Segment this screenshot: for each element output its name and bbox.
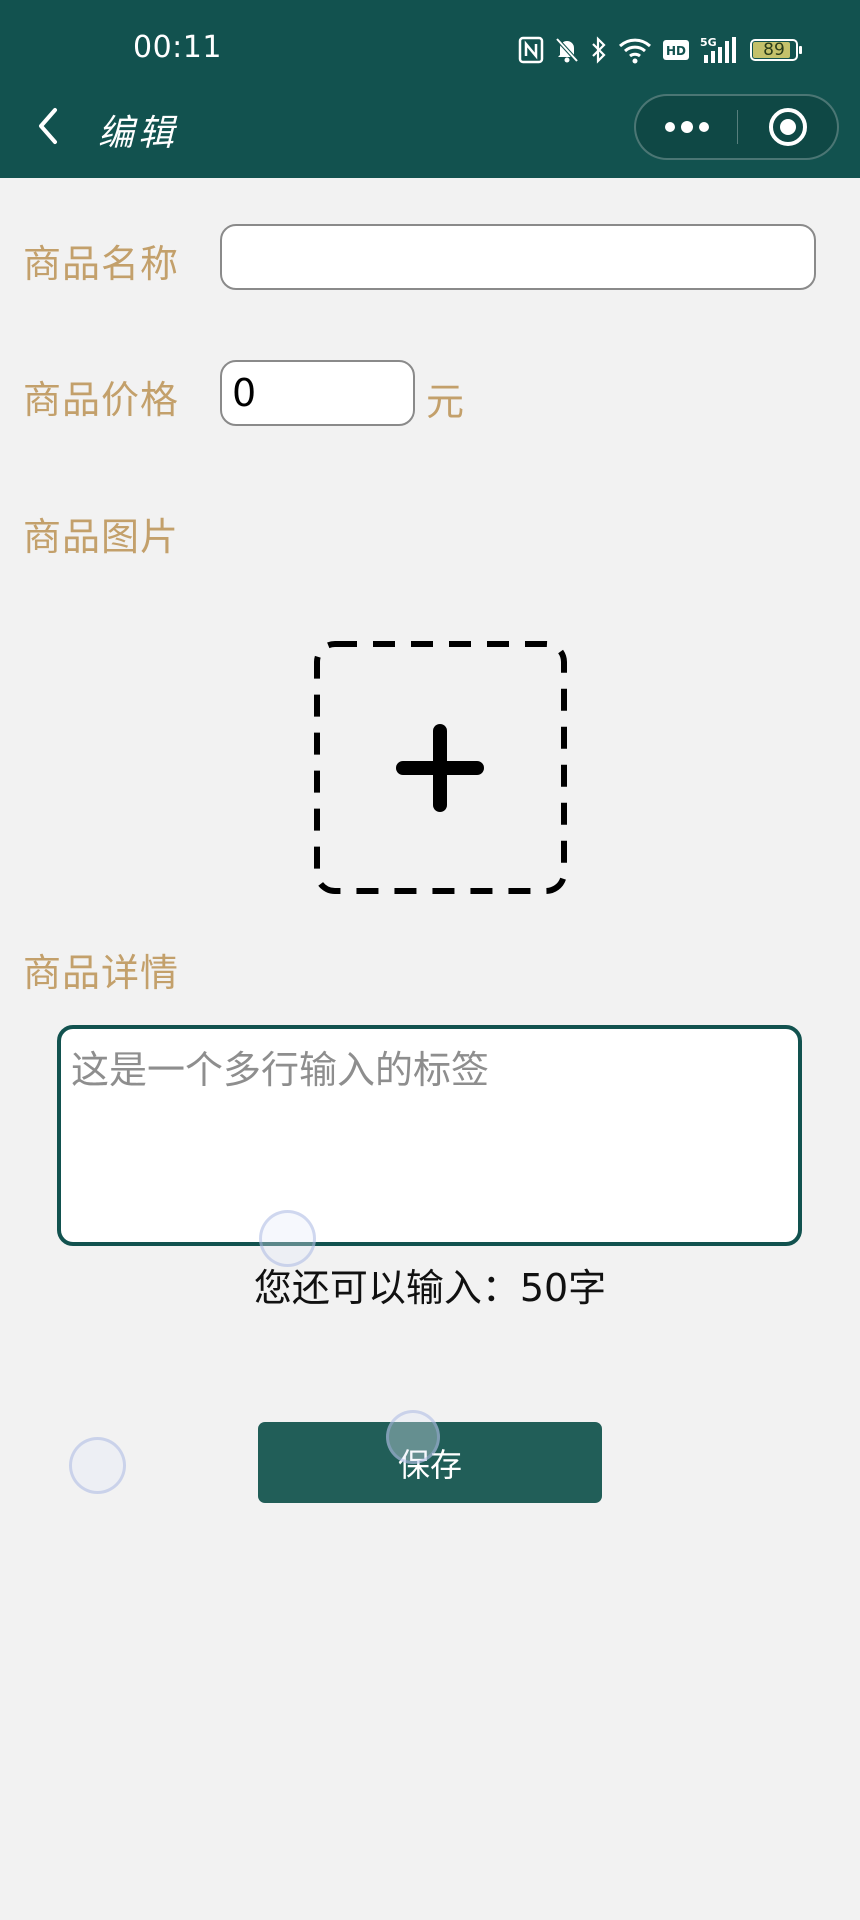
image-upload-button[interactable] xyxy=(314,641,567,894)
nfc-icon xyxy=(518,36,544,64)
product-detail-field xyxy=(57,1025,802,1246)
page-title: 编辑 xyxy=(98,113,179,154)
remaining-char-counter: 您还可以输入：50字 xyxy=(253,1266,607,1310)
battery-level: 89 xyxy=(763,40,785,60)
target-circle-icon xyxy=(769,108,807,146)
5g-signal-icon: 5G xyxy=(700,35,740,65)
product-price-label: 商品价格 xyxy=(23,378,180,422)
bluetooth-icon xyxy=(590,36,608,64)
svg-text:HD: HD xyxy=(666,44,686,58)
back-button[interactable] xyxy=(28,104,68,148)
product-image-label: 商品图片 xyxy=(23,515,180,559)
app-header: 00:11 HD 5G 89 编辑 xyxy=(0,0,860,178)
status-icons: HD 5G 89 xyxy=(518,33,802,67)
chevron-left-icon xyxy=(39,108,57,144)
product-name-label: 商品名称 xyxy=(23,242,180,286)
touch-indicator xyxy=(259,1210,316,1267)
bell-muted-icon xyxy=(554,36,580,64)
status-time: 00:11 xyxy=(133,30,222,65)
touch-indicator xyxy=(69,1437,126,1494)
battery-icon: 89 xyxy=(750,39,802,61)
product-detail-label: 商品详情 xyxy=(23,951,180,995)
hd-icon: HD xyxy=(662,38,690,62)
more-dots-icon xyxy=(665,121,709,133)
more-button[interactable] xyxy=(636,96,738,158)
mini-program-capsule xyxy=(634,94,839,160)
price-unit: 元 xyxy=(426,380,465,424)
close-mini-program-button[interactable] xyxy=(738,96,838,158)
product-name-input[interactable] xyxy=(220,224,816,290)
product-price-input[interactable] xyxy=(220,360,415,426)
product-detail-textarea[interactable] xyxy=(71,1039,787,1231)
svg-text:5G: 5G xyxy=(700,36,717,49)
plus-icon xyxy=(396,724,484,812)
wifi-icon xyxy=(618,36,652,64)
touch-indicator xyxy=(386,1410,440,1464)
